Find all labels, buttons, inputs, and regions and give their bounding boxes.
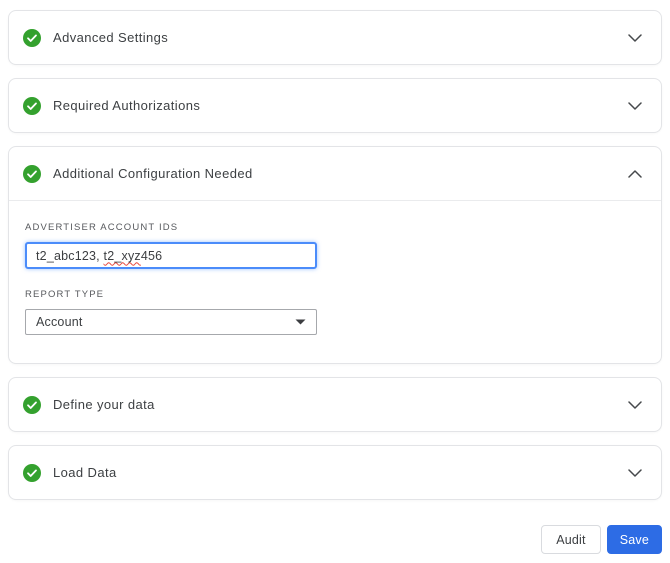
panel-header-additional-configuration[interactable]: Additional Configuration Needed [9, 147, 661, 200]
panel-advanced-settings: Advanced Settings [8, 10, 662, 65]
check-circle-icon [23, 395, 41, 414]
chevron-down-icon[interactable] [628, 101, 642, 110]
panel-additional-configuration: Additional Configuration Needed ADVERTIS… [8, 146, 662, 364]
panel-load-data: Load Data [8, 445, 662, 500]
panel-title: Required Authorizations [53, 98, 201, 113]
chevron-down-icon[interactable] [628, 468, 642, 477]
panel-title: Additional Configuration Needed [53, 166, 253, 181]
report-type-selected-value: Account [36, 315, 83, 329]
report-type-select[interactable]: Account [25, 309, 317, 335]
save-button[interactable]: Save [606, 525, 662, 554]
check-circle-icon [23, 28, 41, 47]
panel-header-advanced-settings[interactable]: Advanced Settings [9, 11, 661, 64]
additional-configuration-form: ADVERTISER ACCOUNT IDS t2_abc123, t2_xyz… [9, 200, 661, 363]
action-bar: Audit Save [8, 525, 662, 554]
input-value-plain: t2_abc123, [36, 248, 104, 263]
check-circle-icon [23, 96, 41, 115]
panel-title: Load Data [53, 465, 117, 480]
check-circle-icon [23, 463, 41, 482]
panel-header-load-data[interactable]: Load Data [9, 446, 661, 499]
input-value-plain: 456 [140, 248, 163, 263]
panel-header-define-your-data[interactable]: Define your data [9, 378, 661, 431]
advertiser-account-ids-input[interactable]: t2_abc123, t2_xyz 456 [25, 242, 317, 269]
audit-button[interactable]: Audit [541, 525, 601, 554]
panel-title: Advanced Settings [53, 30, 169, 45]
chevron-down-icon[interactable] [628, 33, 642, 42]
report-type-label: REPORT TYPE [25, 289, 105, 300]
panel-required-authorizations: Required Authorizations [8, 78, 662, 133]
panel-header-required-authorizations[interactable]: Required Authorizations [9, 79, 661, 132]
chevron-up-icon[interactable] [628, 169, 642, 178]
dropdown-caret-icon [295, 319, 306, 325]
panel-title: Define your data [53, 397, 155, 412]
panel-define-your-data: Define your data [8, 377, 662, 432]
settings-accordion-page: Advanced Settings Required Authorization… [0, 0, 670, 554]
advertiser-account-ids-label: ADVERTISER ACCOUNT IDS [25, 222, 179, 233]
input-value-spellcheck-flagged: t2_xyz [103, 248, 141, 263]
check-circle-icon [23, 164, 41, 183]
chevron-down-icon[interactable] [628, 400, 642, 409]
